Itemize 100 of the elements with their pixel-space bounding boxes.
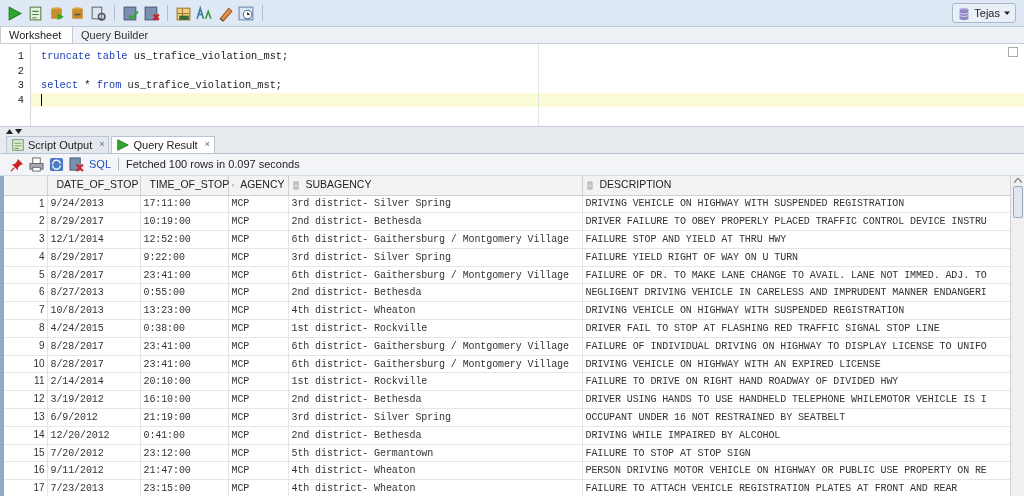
table-cell: 5th district- Germantown xyxy=(291,447,434,459)
rollback-icon[interactable] xyxy=(143,4,160,22)
table-cell: 12/1/2014 xyxy=(50,234,104,245)
print-icon[interactable] xyxy=(29,157,44,172)
table-cell: 9/11/2012 xyxy=(50,465,104,477)
pin-icon[interactable] xyxy=(10,157,24,172)
table-cell: 10:19:00 xyxy=(143,216,191,228)
editor-tab[interactable]: Worksheet xyxy=(0,26,73,43)
database-icon[interactable] xyxy=(69,4,86,22)
line-number: 2 xyxy=(16,63,25,78)
table-cell: MCP xyxy=(231,447,250,459)
row-number: 15 xyxy=(33,446,45,458)
code-line: truncate table us_trafice_violation_mst; xyxy=(41,49,289,64)
table-cell: 2nd district- Bethesda xyxy=(291,429,422,441)
result-tab[interactable]: Query Result × xyxy=(111,136,215,153)
row-number: 2 xyxy=(38,215,45,227)
run-script-icon[interactable] xyxy=(27,4,44,22)
table-cell: MCP xyxy=(231,358,250,370)
column-header[interactable]: SUBAGENCY xyxy=(288,176,582,195)
column-header[interactable]: TIME_OF_STOP xyxy=(140,176,228,195)
column-header[interactable]: DESCRIPTION xyxy=(582,176,1010,195)
table-cell: FAILURE STOP AND YIELD AT THRU HWY xyxy=(585,234,787,245)
vertical-scrollbar[interactable] xyxy=(1010,176,1024,496)
row-number: 4 xyxy=(38,250,45,262)
commit-icon[interactable] xyxy=(122,4,139,22)
table-cell: 1st district- Rockville xyxy=(291,376,428,388)
row-number: 14 xyxy=(33,428,45,440)
caret-icon xyxy=(1003,9,1011,17)
row-number: 12 xyxy=(33,393,45,405)
table-cell: FAILURE TO DRIVE ON RIGHT HAND ROADWAY OF DIVIDED HWY xyxy=(585,376,899,388)
scroll-up-icon[interactable] xyxy=(1013,178,1022,183)
table-cell: MCP xyxy=(231,305,250,317)
table-cell: MCP xyxy=(231,394,250,406)
run-icon[interactable] xyxy=(6,4,23,22)
table-cell: 0:41:00 xyxy=(143,429,185,441)
table-cell: 12:52:00 xyxy=(143,234,191,245)
delete-icon[interactable] xyxy=(69,157,84,172)
database-run-icon[interactable] xyxy=(48,4,65,22)
table-cell: 6th district- Gaithersburg / Montgomery Village xyxy=(291,234,569,245)
table-cell: 21:19:00 xyxy=(143,411,191,423)
table-cell: 16:10:00 xyxy=(143,394,191,406)
table-cell: MCP xyxy=(231,411,250,423)
row-number: 1 xyxy=(38,197,45,209)
table-cell: FAILURE OF DR. TO MAKE LANE CHANGE TO AVAIL. LANE NOT IMMED. ADJ. TO xyxy=(585,269,987,281)
table-cell: 2nd district- Bethesda xyxy=(291,287,422,299)
scrollbar-thumb[interactable] xyxy=(1012,186,1023,218)
table-cell: MCP xyxy=(231,234,250,245)
line-number: 1 xyxy=(16,49,25,64)
table-cell: 6th district- Gaithersburg / Montgomery Village xyxy=(291,340,569,352)
document-search-icon[interactable] xyxy=(90,4,107,22)
table-cell: 20:10:00 xyxy=(143,376,191,388)
history-icon[interactable] xyxy=(238,4,255,22)
table-cell: MCP xyxy=(231,216,250,228)
eraser-icon[interactable] xyxy=(217,4,234,22)
close-icon[interactable]: × xyxy=(99,138,105,152)
table-cell: FAILURE TO STOP AT STOP SIGN xyxy=(585,447,751,459)
table-cell: 1st district- Rockville xyxy=(291,322,428,334)
table-cell: 8/27/2013 xyxy=(50,287,104,299)
table-cell: 3rd district- Silver Spring xyxy=(291,251,451,263)
table-cell: 10/8/2013 xyxy=(50,305,104,317)
table-cell: 6/9/2012 xyxy=(50,411,98,423)
table-cell: FAILURE YIELD RIGHT OF WAY ON U TURN xyxy=(585,251,798,263)
row-number: 16 xyxy=(33,464,45,476)
column-header[interactable]: AGENCY xyxy=(228,176,288,195)
table-cell: 8/28/2017 xyxy=(50,340,104,352)
table-cell: 7/23/2013 xyxy=(50,483,104,495)
result-tab[interactable]: Script Output × xyxy=(6,136,110,153)
line-number: 4 xyxy=(16,92,25,107)
code-line: select * from us_trafice_violation_mst; xyxy=(41,78,282,93)
table-cell: DRIVING VEHICLE ON HIGHWAY WITH SUSPENDED REGISTRATION xyxy=(585,305,905,317)
table-cell: 17:11:00 xyxy=(143,198,191,210)
table-cell: 2/14/2014 xyxy=(50,376,104,388)
table-cell: DRIVER FAILURE TO OBEY PROPERLY PLACED TRAFFIC CONTROL DEVICE INSTRU xyxy=(585,216,987,228)
table-cell: MCP xyxy=(231,287,250,299)
table-cell: OCCUPANT UNDER 16 NOT RESTRAINED BY SEATBELT xyxy=(585,411,846,423)
table-cell: 2nd district- Bethesda xyxy=(291,394,422,406)
close-icon[interactable]: × xyxy=(204,138,210,152)
row-number: 6 xyxy=(38,286,45,298)
refresh-icon[interactable] xyxy=(49,157,64,172)
line-number: 3 xyxy=(16,78,25,93)
table-cell: DRIVING VEHICLE ON HIGHWAY WITH SUSPENDED REGISTRATION xyxy=(585,198,905,210)
table-cell: 2nd district- Bethesda xyxy=(291,216,422,228)
table-cell: 0:55:00 xyxy=(143,287,185,299)
table-cell: 6th district- Gaithersburg / Montgomery Village xyxy=(291,269,569,281)
table-cell: 4/24/2015 xyxy=(50,322,104,334)
table-cell: 13:23:00 xyxy=(143,305,191,317)
sql-link[interactable]: SQL xyxy=(89,156,111,173)
table-cell: 23:41:00 xyxy=(143,340,191,352)
table-cell: 6th district- Gaithersburg / Montgomery Village xyxy=(291,358,569,370)
connection-dropdown[interactable]: Tejas xyxy=(952,3,1016,23)
column-header[interactable]: DATE_OF_STOP xyxy=(47,176,140,195)
editor-scrollbar[interactable] xyxy=(1008,47,1018,57)
row-number: 17 xyxy=(33,482,45,494)
editor-tab[interactable]: Query Builder xyxy=(73,27,157,43)
table-cell: NEGLIGENT DRIVING VEHICLE IN CARELESS AND IMPRUDENT MANNER ENDANGERI xyxy=(585,287,987,299)
table-cell: MCP xyxy=(231,322,250,334)
text-case-icon[interactable] xyxy=(196,4,213,22)
table-cell: MCP xyxy=(231,340,250,352)
table-cell: MCP xyxy=(231,465,250,477)
table-cell: 9/24/2013 xyxy=(50,198,104,210)
